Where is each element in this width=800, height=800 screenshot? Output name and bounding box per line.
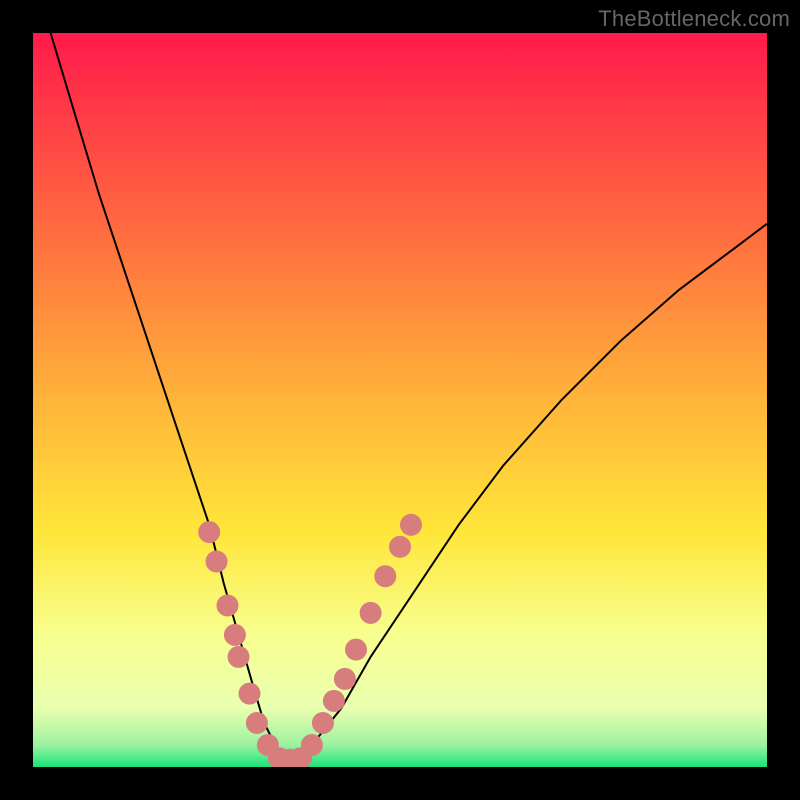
- data-marker: [239, 683, 261, 705]
- data-marker: [217, 595, 239, 617]
- data-marker: [334, 668, 356, 690]
- data-marker: [198, 521, 220, 543]
- data-marker: [389, 536, 411, 558]
- data-marker: [312, 712, 334, 734]
- data-marker: [228, 646, 250, 668]
- data-marker: [345, 639, 367, 661]
- data-marker: [206, 551, 228, 573]
- data-marker: [323, 690, 345, 712]
- watermark-text: TheBottleneck.com: [598, 6, 790, 32]
- data-marker: [224, 624, 246, 646]
- data-marker: [246, 712, 268, 734]
- data-marker: [301, 734, 323, 756]
- data-marker: [400, 514, 422, 536]
- plot-area: [33, 33, 767, 767]
- chart-frame: TheBottleneck.com: [0, 0, 800, 800]
- gradient-background: [33, 33, 767, 767]
- data-marker: [374, 565, 396, 587]
- data-marker: [360, 602, 382, 624]
